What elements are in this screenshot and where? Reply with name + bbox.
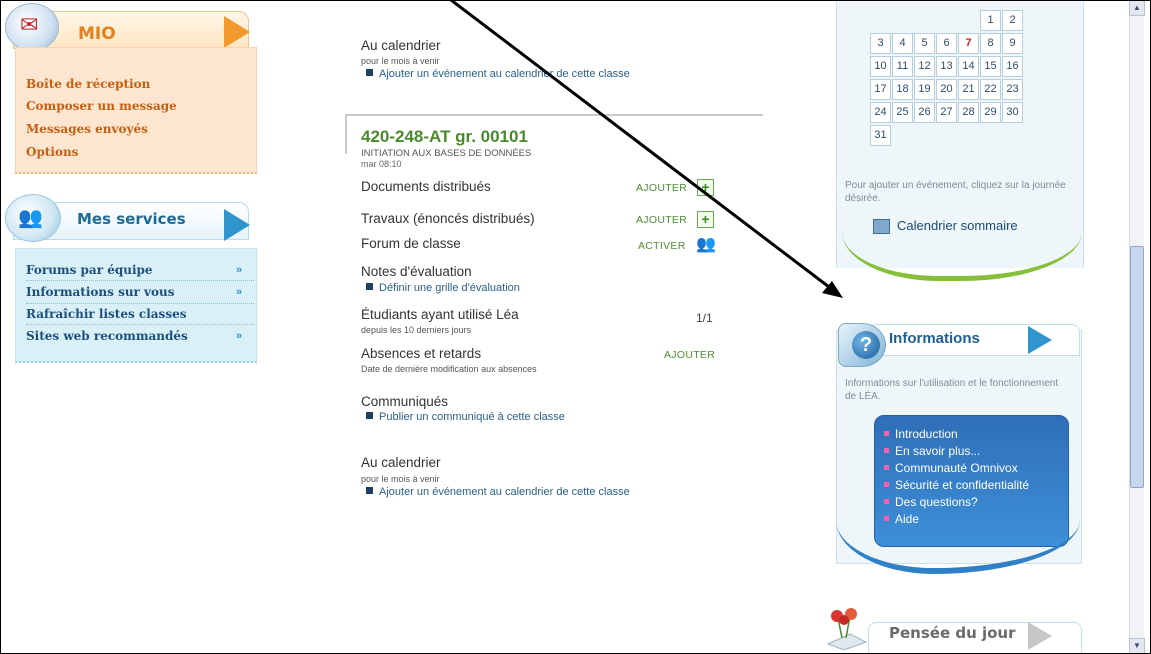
annotation-arrow bbox=[450, 0, 843, 298]
